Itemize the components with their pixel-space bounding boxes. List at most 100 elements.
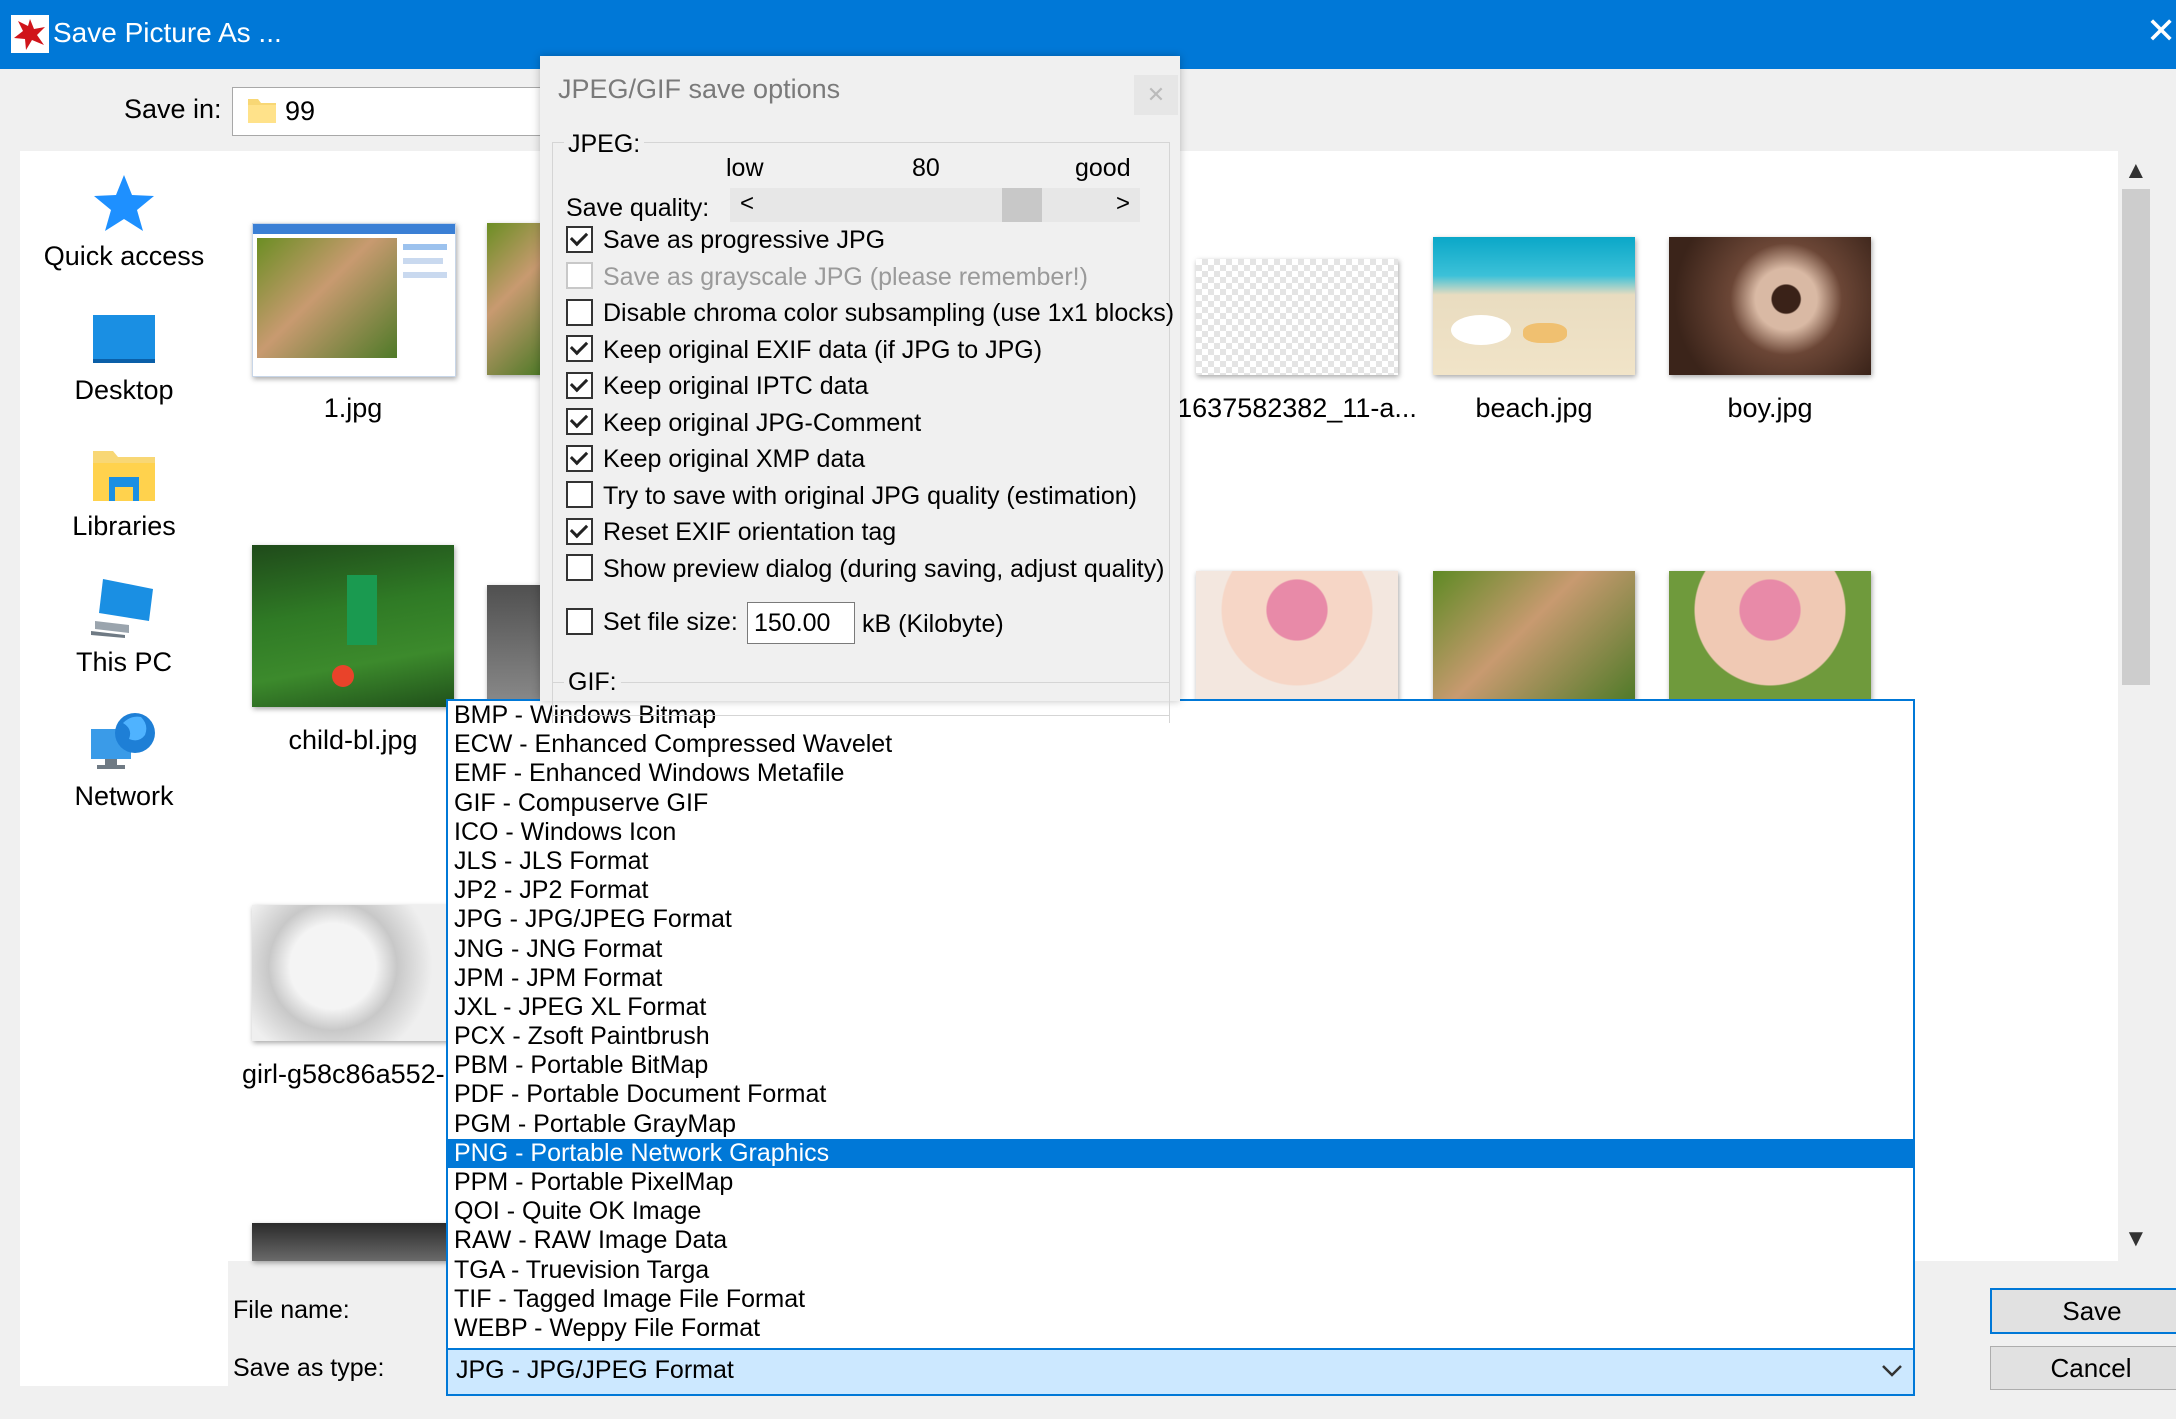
jpeg-option-row[interactable]: Show preview dialog (during saving, adju… [566, 554, 1165, 585]
file-thumbnail-1[interactable] [252, 223, 456, 377]
file-thumbnail-3[interactable] [1196, 259, 1398, 375]
checkbox[interactable] [566, 554, 593, 582]
file-thumbnail-4[interactable] [1433, 237, 1635, 375]
file-thumbnail-8[interactable] [1196, 571, 1398, 701]
file-type-option[interactable]: JPG - JPG/JPEG Format [448, 905, 1913, 934]
star-icon [94, 175, 154, 231]
checkbox[interactable] [566, 225, 593, 253]
file-type-option[interactable]: PGM - Portable GrayMap [448, 1110, 1913, 1139]
file-size-input[interactable]: 150.00 [747, 602, 855, 644]
place-network[interactable]: Network [20, 709, 228, 812]
checkbox[interactable] [566, 481, 593, 509]
file-name[interactable]: boy.jpg [1649, 393, 1891, 424]
file-type-option[interactable]: PNG - Portable Network Graphics [448, 1138, 1913, 1168]
file-type-option[interactable]: PPM - Portable PixelMap [448, 1168, 1913, 1197]
cancel-button[interactable]: Cancel [1990, 1346, 2176, 1390]
file-thumbnail-5[interactable] [1669, 237, 1871, 375]
file-name[interactable]: 1637582382_11-a... [1176, 393, 1418, 424]
save-as-type-label: Save as type: [233, 1354, 385, 1382]
file-name[interactable]: beach.jpg [1413, 393, 1655, 424]
file-thumbnail-2[interactable] [487, 223, 541, 375]
save-in-label: Save in: [124, 94, 222, 124]
file-type-option[interactable]: EMF - Enhanced Windows Metafile [448, 759, 1913, 788]
file-type-option[interactable]: ECW - Enhanced Compressed Wavelet [448, 730, 1913, 759]
file-name[interactable]: 1.jpg [252, 393, 454, 424]
place-desktop[interactable]: Desktop [20, 311, 228, 406]
file-name[interactable]: girl-g58c86a552- [242, 1059, 464, 1090]
jpeg-gif-options-dialog: JPEG/GIF save options ✕ JPEG: low 80 goo… [540, 56, 1180, 723]
scroll-up-icon[interactable]: ▲ [2124, 157, 2148, 185]
file-size-unit: kB (Kilobyte) [862, 610, 1004, 638]
quality-slider[interactable]: < > [730, 188, 1140, 222]
place-label: Libraries [72, 511, 176, 541]
chevron-down-icon[interactable] [1881, 1364, 1903, 1378]
file-type-option[interactable]: JXL - JPEG XL Format [448, 993, 1913, 1022]
file-type-option[interactable]: PCX - Zsoft Paintbrush [448, 1022, 1913, 1051]
quality-slider-thumb[interactable] [1002, 188, 1042, 222]
file-thumbnail-10[interactable] [1669, 571, 1871, 701]
jpeg-option-row[interactable]: Disable chroma color subsampling (use 1x… [566, 298, 1175, 329]
desktop-icon [93, 315, 155, 363]
file-type-option[interactable]: ICO - Windows Icon [448, 818, 1913, 847]
save-in-value: 99 [285, 96, 316, 126]
chevron-right-icon[interactable]: > [1116, 190, 1130, 218]
checkbox[interactable] [566, 444, 593, 472]
quality-value: 80 [912, 154, 940, 182]
jpeg-option-label: Save as grayscale JPG (please remember!) [603, 262, 1088, 291]
set-file-size-option[interactable]: Set file size: [566, 607, 738, 638]
jpeg-option-row[interactable]: Save as progressive JPG [566, 225, 885, 256]
libraries-icon [93, 451, 155, 501]
file-thumbnail-7[interactable] [487, 585, 541, 705]
checkbox[interactable] [566, 607, 593, 635]
places-bar: Quick access Desktop Libraries This PC N… [20, 151, 228, 1386]
checkbox[interactable] [566, 408, 593, 436]
file-type-option[interactable]: WEBP - Weppy File Format [448, 1314, 1913, 1343]
file-type-option[interactable]: RAW - RAW Image Data [448, 1226, 1913, 1255]
file-name[interactable]: child-bl.jpg [242, 725, 464, 756]
file-type-option[interactable]: PDF - Portable Document Format [448, 1080, 1913, 1109]
file-thumbnail-9[interactable] [1433, 571, 1635, 701]
file-type-option[interactable]: JLS - JLS Format [448, 847, 1913, 876]
dialog-close-icon[interactable]: ✕ [1134, 75, 1178, 115]
save-as-type-combo[interactable]: JPG - JPG/JPEG Format [446, 1348, 1915, 1396]
jpeg-option-label: Disable chroma color subsampling (use 1x… [603, 299, 1175, 327]
jpeg-option-label: Show preview dialog (during saving, adju… [603, 554, 1165, 583]
checkbox[interactable] [566, 335, 593, 363]
file-thumbnail-12[interactable] [252, 1223, 454, 1261]
jpeg-option-row[interactable]: Keep original IPTC data [566, 371, 869, 402]
jpeg-option-row[interactable]: Reset EXIF orientation tag [566, 517, 897, 548]
file-type-option[interactable]: QOI - Quite OK Image [448, 1197, 1913, 1226]
save-in-combo[interactable]: 99 [232, 87, 554, 136]
file-type-option[interactable]: PBM - Portable BitMap [448, 1051, 1913, 1080]
save-button[interactable]: Save [1990, 1288, 2176, 1334]
save-as-type-value: JPG - JPG/JPEG Format [456, 1356, 734, 1384]
gif-group-box [552, 682, 1170, 723]
scroll-thumb[interactable] [2122, 189, 2150, 685]
file-type-option[interactable]: JP2 - JP2 Format [448, 876, 1913, 905]
file-type-option[interactable]: JNG - JNG Format [448, 935, 1913, 964]
file-type-option[interactable]: TIF - Tagged Image File Format [448, 1285, 1913, 1314]
file-type-option[interactable]: TGA - Truevision Targa [448, 1256, 1913, 1285]
file-list-scrollbar[interactable]: ▲ ▼ [2118, 151, 2154, 1261]
file-type-dropdown-list[interactable]: BMP - Windows Bitmap ECW - Enhanced Compr… [446, 699, 1915, 1350]
jpeg-option-row[interactable]: Keep original EXIF data (if JPG to JPG) [566, 335, 1042, 366]
place-libraries[interactable]: Libraries [20, 443, 228, 542]
checkbox[interactable] [566, 371, 593, 399]
jpeg-option-label: Reset EXIF orientation tag [603, 518, 897, 546]
place-this-pc[interactable]: This PC [20, 575, 228, 678]
checkbox[interactable] [566, 517, 593, 545]
jpeg-option-row[interactable]: Keep original XMP data [566, 444, 865, 475]
jpeg-option-label: Keep original IPTC data [603, 372, 869, 400]
checkbox[interactable] [566, 298, 593, 326]
scroll-down-icon[interactable]: ▼ [2124, 1225, 2148, 1253]
jpeg-option-row[interactable]: Try to save with original JPG quality (e… [566, 481, 1137, 512]
chevron-left-icon[interactable]: < [740, 190, 754, 218]
file-type-option[interactable]: JPM - JPM Format [448, 964, 1913, 993]
file-thumbnail-11[interactable] [252, 905, 454, 1041]
file-type-option[interactable]: GIF - Compuserve GIF [448, 789, 1913, 818]
jpeg-option-row[interactable]: Keep original JPG-Comment [566, 408, 921, 439]
file-thumbnail-6[interactable] [252, 545, 454, 707]
window-close-icon[interactable]: ✕ [2146, 10, 2176, 52]
place-quick-access[interactable]: Quick access [20, 173, 228, 272]
quality-low-label: low [726, 154, 764, 182]
